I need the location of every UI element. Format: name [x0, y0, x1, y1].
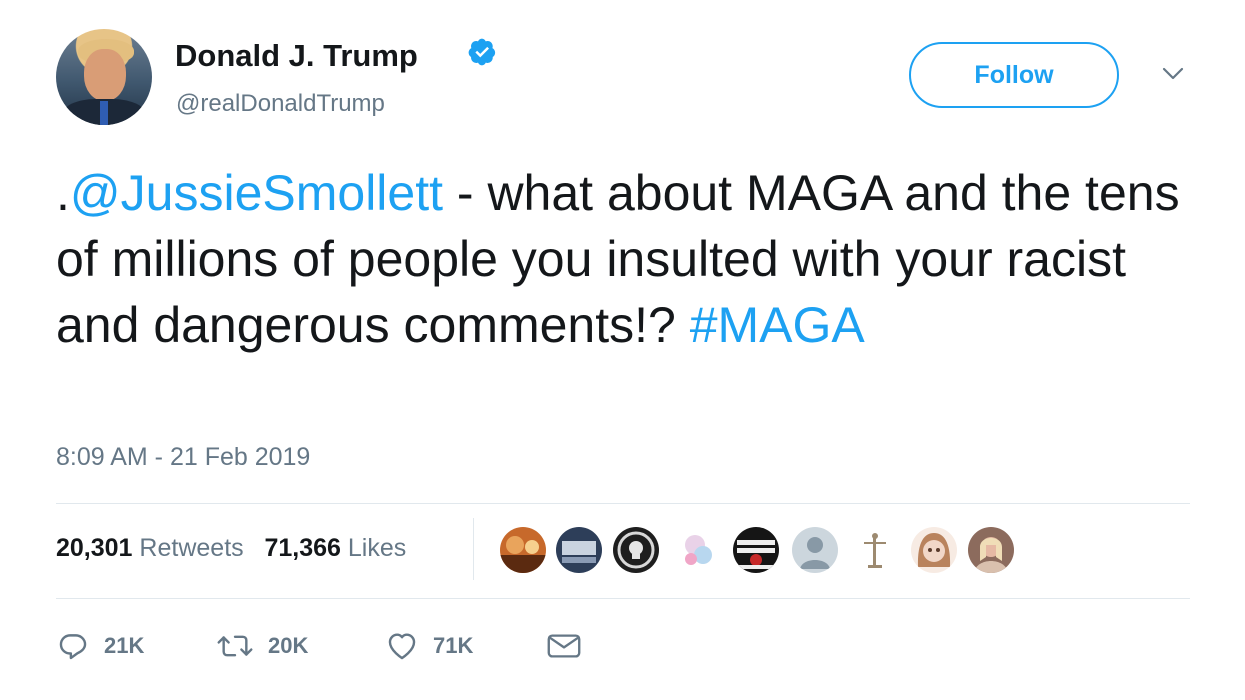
retweet-button[interactable]: 20K — [216, 626, 308, 666]
likes-stat[interactable]: 71,366 Likes — [264, 534, 406, 562]
user-handle[interactable]: @realDonaldTrump — [176, 90, 385, 118]
liker-avatar-1[interactable] — [498, 525, 548, 575]
heart-icon — [388, 633, 416, 660]
follow-button[interactable]: Follow — [909, 42, 1119, 108]
verified-badge-icon — [468, 38, 496, 66]
likes-count: 71,366 — [264, 534, 341, 562]
liker-avatar-default[interactable] — [790, 525, 840, 575]
direct-message-button[interactable] — [546, 626, 582, 666]
liker-avatar-2[interactable] — [554, 525, 604, 575]
divider — [56, 503, 1190, 504]
display-name[interactable]: Donald J. Trump — [175, 38, 418, 74]
reply-count: 21K — [104, 633, 145, 658]
likes-label: Likes — [347, 534, 407, 562]
profile-avatar[interactable] — [56, 29, 152, 125]
hashtag-link[interactable]: #MAGA — [690, 297, 865, 353]
avatar-face — [84, 49, 126, 101]
tweet-prefix: . — [56, 165, 70, 221]
retweets-count: 20,301 — [56, 534, 133, 562]
liker-avatar-8[interactable] — [909, 525, 959, 575]
liker-avatar-7[interactable] — [850, 525, 900, 575]
liker-avatar-3[interactable] — [611, 525, 661, 575]
liker-avatar-5[interactable] — [731, 525, 781, 575]
like-button[interactable]: 71K — [385, 626, 473, 666]
tweet-timestamp[interactable]: 8:09 AM - 21 Feb 2019 — [56, 443, 310, 472]
retweets-stat[interactable]: 20,301 Retweets — [56, 534, 244, 562]
like-count: 71K — [433, 633, 474, 658]
liker-avatar-4[interactable] — [673, 525, 723, 575]
avatar-tie — [100, 101, 108, 125]
chevron-down-icon[interactable] — [1161, 64, 1185, 84]
envelope-icon — [547, 634, 581, 658]
retweet-count: 20K — [268, 633, 309, 658]
retweets-label: Retweets — [139, 534, 244, 562]
divider — [56, 598, 1190, 599]
reply-icon — [59, 634, 87, 660]
reply-button[interactable]: 21K — [56, 626, 144, 666]
liker-avatar-9[interactable] — [966, 525, 1016, 575]
engagement-stats: 20,301 Retweets 71,366 Likes — [56, 534, 406, 563]
mention-link[interactable]: @JussieSmollett — [70, 165, 443, 221]
tweet-text: .@JussieSmollett - what about MAGA and t… — [56, 160, 1206, 358]
stats-divider — [473, 518, 474, 580]
retweet-icon — [217, 635, 253, 657]
